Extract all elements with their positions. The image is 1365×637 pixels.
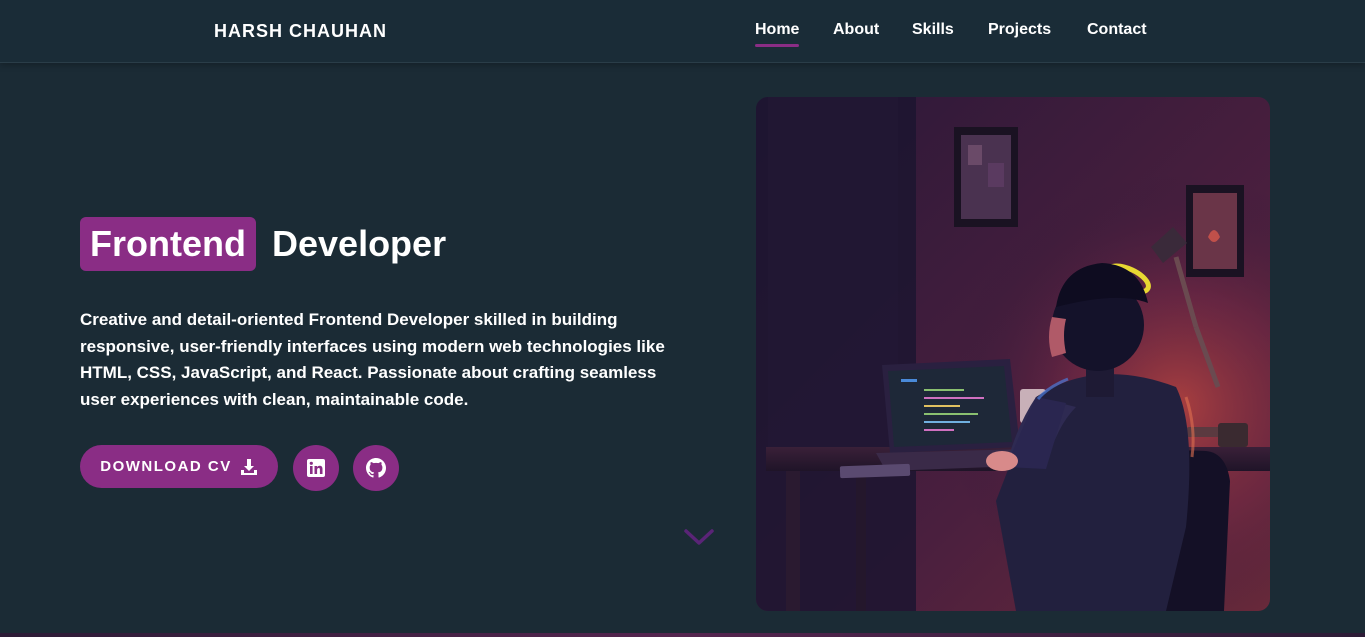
hero-illustration xyxy=(756,97,1270,611)
download-cv-button[interactable]: DOWNLOAD CV xyxy=(80,445,278,488)
hero-description: Creative and detail-oriented Frontend De… xyxy=(80,310,665,409)
developer-at-desk-illustration xyxy=(756,97,1270,611)
download-icon xyxy=(240,458,257,475)
nav-skills-link[interactable]: Skills xyxy=(912,21,954,39)
chevron-down-icon[interactable] xyxy=(683,527,715,547)
nav-projects-link[interactable]: Projects xyxy=(988,21,1051,39)
github-icon xyxy=(366,458,386,478)
navbar: HARSH CHAUHAN Home About Skills Projects… xyxy=(0,0,1365,63)
section-divider xyxy=(0,633,1365,637)
hero-title-rest: Developer xyxy=(272,223,447,264)
hero-title-highlight: Frontend xyxy=(80,217,256,271)
linkedin-button[interactable] xyxy=(293,445,339,491)
nav-contact-link[interactable]: Contact xyxy=(1087,21,1147,39)
nav-home-link[interactable]: Home xyxy=(755,21,800,47)
github-button[interactable] xyxy=(353,445,399,491)
nav-about-link[interactable]: About xyxy=(833,21,879,39)
linkedin-icon xyxy=(307,459,325,477)
download-cv-label: DOWNLOAD CV xyxy=(100,458,232,475)
brand-logo[interactable]: HARSH CHAUHAN xyxy=(214,21,387,42)
hero-title: Frontend Developer xyxy=(80,217,446,271)
